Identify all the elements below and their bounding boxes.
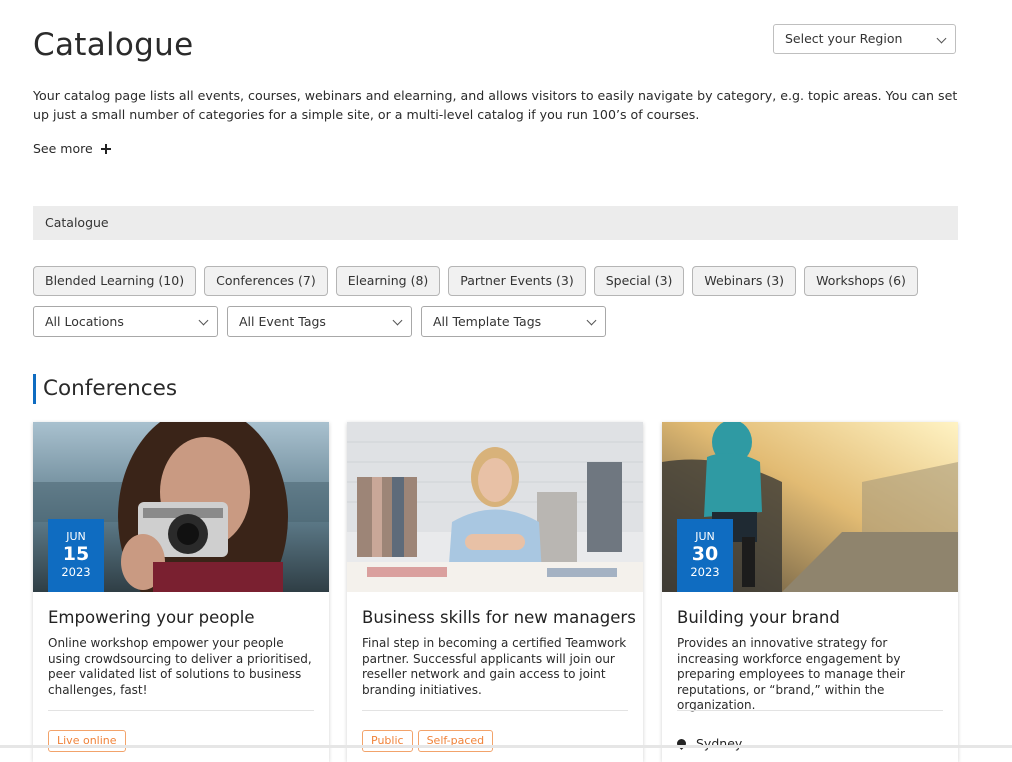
event-date-badge: JUN 30 2023: [677, 519, 733, 592]
date-day: 15: [62, 543, 90, 565]
event-tags-select[interactable]: All Event Tags: [227, 306, 412, 337]
event-tag: Live online: [48, 730, 126, 752]
event-tags: Public Self-paced: [362, 730, 494, 752]
category-chip-partner-events[interactable]: Partner Events (3): [448, 266, 586, 296]
date-year: 2023: [61, 565, 91, 579]
event-date-badge: JUN 15 2023: [48, 519, 104, 592]
see-more-button[interactable]: See more: [33, 141, 111, 156]
chevron-down-icon: [936, 33, 947, 44]
template-tags-select[interactable]: All Template Tags: [421, 306, 606, 337]
chevron-down-icon: [392, 315, 403, 326]
breadcrumb: Catalogue: [33, 206, 958, 240]
card-divider: [362, 710, 628, 711]
category-chip-conferences[interactable]: Conferences (7): [204, 266, 328, 296]
date-month: JUN: [695, 530, 715, 543]
intro-text: Your catalog page lists all events, cour…: [33, 88, 958, 122]
category-chip-workshops[interactable]: Workshops (6): [804, 266, 918, 296]
event-title[interactable]: Empowering your people: [48, 608, 255, 627]
category-chip-special[interactable]: Special (3): [593, 266, 685, 296]
plus-icon: [100, 144, 111, 154]
event-tags-select-label: All Event Tags: [239, 314, 326, 329]
category-chip-webinars[interactable]: Webinars (3): [692, 266, 797, 296]
event-card[interactable]: Business skills for new managers Final s…: [347, 422, 643, 762]
see-more-label: See more: [33, 141, 93, 156]
event-description: Online workshop empower your people usin…: [48, 636, 312, 697]
event-description: Provides an innovative strategy for incr…: [677, 636, 905, 712]
template-tags-select-label: All Template Tags: [433, 314, 542, 329]
locations-select[interactable]: All Locations: [33, 306, 218, 337]
event-title[interactable]: Building your brand: [677, 608, 840, 627]
breadcrumb-item[interactable]: Catalogue: [45, 215, 109, 230]
page-title: Catalogue: [33, 27, 194, 63]
event-image[interactable]: JUN 15 2023: [33, 422, 329, 592]
event-tags: Live online: [48, 730, 126, 752]
chevron-down-icon: [586, 315, 597, 326]
card-divider: [677, 710, 943, 711]
region-select[interactable]: Select your Region: [773, 24, 956, 54]
event-tag: Self-paced: [417, 730, 494, 752]
event-card[interactable]: JUN 30 2023 Building your brand Provides…: [662, 422, 958, 762]
event-description: Final step in becoming a certified Teamw…: [362, 636, 627, 697]
event-title[interactable]: Business skills for new managers: [362, 608, 636, 627]
event-image[interactable]: JUN 30 2023: [662, 422, 958, 592]
category-chips: Blended Learning (10) Conferences (7) El…: [33, 266, 918, 296]
filter-bar: All Locations All Event Tags All Templat…: [33, 306, 606, 337]
date-day: 30: [691, 543, 719, 565]
region-select-label: Select your Region: [785, 31, 903, 46]
locations-select-label: All Locations: [45, 314, 124, 329]
event-image[interactable]: [347, 422, 643, 592]
section-title: Conferences: [33, 374, 177, 404]
date-year: 2023: [690, 565, 720, 579]
event-location: Sydney: [675, 736, 743, 751]
category-chip-blended-learning[interactable]: Blended Learning (10): [33, 266, 197, 296]
event-location-label: Sydney: [696, 736, 743, 751]
event-card[interactable]: JUN 15 2023 Empowering your people Onlin…: [33, 422, 329, 762]
card-divider: [48, 710, 314, 711]
date-month: JUN: [66, 530, 86, 543]
event-tag: Public: [362, 730, 413, 752]
chevron-down-icon: [198, 315, 209, 326]
category-chip-elearning[interactable]: Elearning (8): [335, 266, 441, 296]
